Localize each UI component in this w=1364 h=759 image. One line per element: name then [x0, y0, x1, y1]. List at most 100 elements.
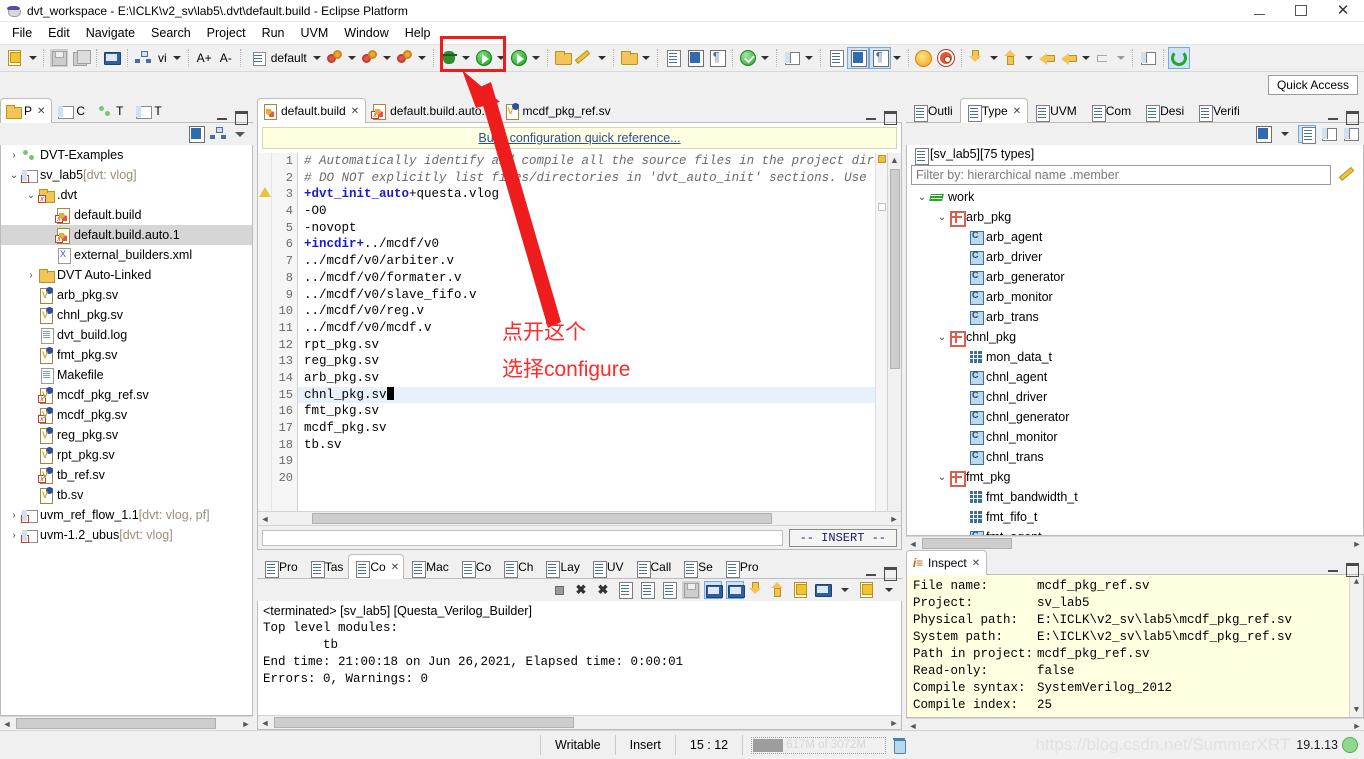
- tree-row[interactable]: chnl_pkg.sv: [1, 305, 252, 325]
- code-area[interactable]: 1 2 3 4 5 6 7 8 9 10 11 12 13 14 15 16 17 18 19 20 # Automa…: [258, 153, 901, 511]
- code-line[interactable]: chnl_pkg.sv: [298, 386, 875, 404]
- tree-row[interactable]: rpt_pkg.sv: [1, 445, 252, 465]
- close-icon[interactable]: ✕: [351, 106, 359, 117]
- show-whitespace-button[interactable]: [846, 47, 869, 69]
- remove-launch-icon[interactable]: ✖: [572, 581, 590, 599]
- project-tree[interactable]: › DVT-Examples ⌄ x sv_lab5 [dvt: vlog] ⌄ x .dvt…: [0, 145, 253, 716]
- lifebuoy-button[interactable]: [935, 47, 957, 69]
- tab-mcdf-pkg-ref[interactable]: mcdf_pkg_ref.sv: [499, 98, 618, 122]
- tree-row[interactable]: › DVT Auto-Linked: [1, 265, 252, 285]
- next-console-icon[interactable]: [748, 581, 766, 599]
- menu-help[interactable]: Help: [397, 24, 439, 42]
- font-decrease-button[interactable]: A-: [216, 51, 236, 65]
- diagram-button[interactable]: [781, 47, 803, 69]
- tab-desi[interactable]: Desi: [1138, 98, 1191, 122]
- minimize-view-icon[interactable]: [1328, 111, 1339, 122]
- code-line[interactable]: rpt_pkg.sv: [298, 337, 875, 354]
- tree-row[interactable]: fmt_pkg.sv: [1, 345, 252, 365]
- tab-verifi[interactable]: Verifi: [1191, 98, 1247, 122]
- console-hscrollbar[interactable]: ◄ ►: [258, 715, 901, 729]
- maximize-view-icon[interactable]: [884, 111, 897, 125]
- scroll-up-icon[interactable]: ▲: [1354, 575, 1359, 589]
- expand-toggle-icon[interactable]: ⌄: [935, 472, 949, 483]
- build-config-button[interactable]: [245, 47, 267, 69]
- menu-project[interactable]: Project: [199, 24, 254, 42]
- inspect-vscrollbar[interactable]: ▲ ▼: [1349, 575, 1363, 717]
- types-hscrollbar[interactable]: ◄ ►: [906, 536, 1364, 550]
- types-tree-row[interactable]: ⌄ fmt_pkg: [907, 467, 1363, 487]
- overview-ruler[interactable]: [875, 153, 887, 511]
- debug-button[interactable]: [438, 47, 460, 69]
- code-line[interactable]: -novopt: [298, 220, 875, 237]
- code-line[interactable]: # DO NOT explicitly list files/directori…: [298, 170, 875, 187]
- expand-toggle-icon[interactable]: ⌄: [24, 190, 38, 201]
- code-line[interactable]: arb_pkg.sv: [298, 370, 875, 387]
- display-console-icon[interactable]: [726, 581, 745, 599]
- menu-search[interactable]: Search: [143, 24, 199, 42]
- tab-default-build[interactable]: default.build ✕: [257, 98, 367, 123]
- debug-dropdown[interactable]: [460, 47, 473, 69]
- types-tree[interactable]: ⌄ work ⌄ arb_pkg arb_agent arb_driver arb_gene…: [906, 187, 1364, 536]
- types-tree-row[interactable]: chnl_driver: [907, 387, 1363, 407]
- code-line[interactable]: ../mcdf/v0/mcdf.v: [298, 320, 875, 337]
- types-tree-row[interactable]: chnl_generator: [907, 407, 1363, 427]
- vim-command-line[interactable]: [262, 529, 783, 546]
- expand-toggle-icon[interactable]: ›: [7, 150, 21, 161]
- expand-toggle-icon[interactable]: ⌄: [935, 332, 949, 343]
- folding-marker[interactable]: [878, 203, 886, 211]
- tab-project-explorer[interactable]: P ✕: [0, 98, 53, 123]
- hscroll-thumb[interactable]: [922, 538, 1012, 549]
- types-tree-row[interactable]: mon_data_t: [907, 347, 1363, 367]
- tab-uvm-hier[interactable]: UV: [585, 554, 629, 578]
- expand-toggle-icon[interactable]: ›: [24, 270, 38, 281]
- run-config-dropdown[interactable]: [530, 47, 543, 69]
- step-out-button[interactable]: [1001, 47, 1023, 69]
- outline-doc-button[interactable]: [684, 47, 706, 69]
- trash-icon[interactable]: [892, 737, 907, 754]
- tab-properties[interactable]: Pro: [718, 554, 764, 578]
- code-line[interactable]: reg_pkg.sv: [298, 353, 875, 370]
- new-console-icon[interactable]: [792, 581, 810, 599]
- tree-row[interactable]: tb.sv: [1, 485, 252, 505]
- maximize-view-icon[interactable]: [884, 567, 897, 581]
- types-tree-row[interactable]: ⌄ work: [907, 187, 1363, 207]
- console-output-area[interactable]: <terminated> [sv_lab5] [Questa_Verilog_B…: [257, 601, 902, 730]
- menu-navigate[interactable]: Navigate: [78, 24, 143, 42]
- build-incremental-dropdown[interactable]: [381, 47, 394, 69]
- open-resource-button[interactable]: [552, 47, 574, 69]
- prev-console-icon[interactable]: [770, 581, 788, 599]
- maximize-view-icon[interactable]: [1346, 111, 1359, 125]
- build-configure-dropdown[interactable]: [416, 47, 429, 69]
- tree-row[interactable]: xtb_ref.sv: [1, 465, 252, 485]
- back-dropdown[interactable]: [1080, 47, 1093, 69]
- tree-row[interactable]: x default.build.auto.1: [1, 225, 252, 245]
- tab-com[interactable]: Com: [1084, 98, 1138, 122]
- word-wrap-icon[interactable]: [660, 581, 678, 599]
- close-icon[interactable]: ✕: [1013, 106, 1021, 117]
- warning-marker-icon[interactable]: [258, 186, 271, 203]
- open-perspective-button[interactable]: [1137, 47, 1159, 69]
- tab-uvm[interactable]: UVM: [1028, 98, 1084, 122]
- tab-call-hierarchy[interactable]: Call: [629, 554, 677, 578]
- check-button[interactable]: [737, 47, 759, 69]
- tree-row[interactable]: reg_pkg.sv: [1, 425, 252, 445]
- forward-button[interactable]: [1093, 47, 1115, 69]
- maximize-button[interactable]: [1280, 0, 1322, 22]
- menu-window[interactable]: Window: [336, 24, 396, 42]
- back-history-button[interactable]: [1036, 47, 1058, 69]
- code-line[interactable]: ../mcdf/v0/arbiter.v: [298, 253, 875, 270]
- rebuild-dropdown[interactable]: [346, 47, 359, 69]
- group-by-icon[interactable]: [1298, 125, 1316, 144]
- rebuild-button[interactable]: [324, 47, 346, 69]
- new-folder-dropdown[interactable]: [640, 47, 653, 69]
- scroll-lock-icon[interactable]: [638, 581, 656, 599]
- step-out-dropdown[interactable]: [1023, 47, 1036, 69]
- build-configure-button[interactable]: [394, 47, 416, 69]
- menu-uvm[interactable]: UVM: [293, 24, 337, 42]
- open-console-dropdown[interactable]: [836, 581, 854, 599]
- code-line[interactable]: ../mcdf/v0/slave_fifo.v: [298, 287, 875, 304]
- sort-dropdown[interactable]: [1276, 125, 1294, 143]
- scroll-up-icon[interactable]: ▲: [890, 153, 899, 167]
- back-button[interactable]: [1058, 47, 1080, 69]
- menu-file[interactable]: File: [4, 24, 40, 42]
